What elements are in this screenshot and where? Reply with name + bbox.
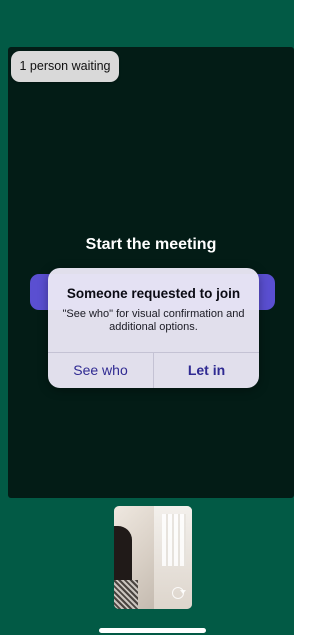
people-waiting-button[interactable]: 1 person waiting bbox=[11, 51, 119, 82]
start-meeting-title: Start the meeting bbox=[85, 236, 217, 253]
video-person-shirt bbox=[114, 580, 138, 609]
app-screen: 1 person waiting Start the meeting Someo… bbox=[0, 0, 294, 635]
home-indicator bbox=[99, 628, 206, 633]
video-background-window bbox=[162, 514, 186, 566]
see-who-button[interactable]: See who bbox=[48, 353, 153, 388]
join-request-dialog: Someone requested to join "See who" for … bbox=[48, 268, 259, 388]
let-in-button[interactable]: Let in bbox=[153, 353, 259, 388]
dialog-actions: See who Let in bbox=[48, 352, 259, 388]
dialog-title: Someone requested to join bbox=[66, 286, 241, 301]
camera-flip-icon[interactable] bbox=[172, 587, 186, 599]
dialog-message: "See who" for visual confirmation and ad… bbox=[62, 308, 245, 333]
